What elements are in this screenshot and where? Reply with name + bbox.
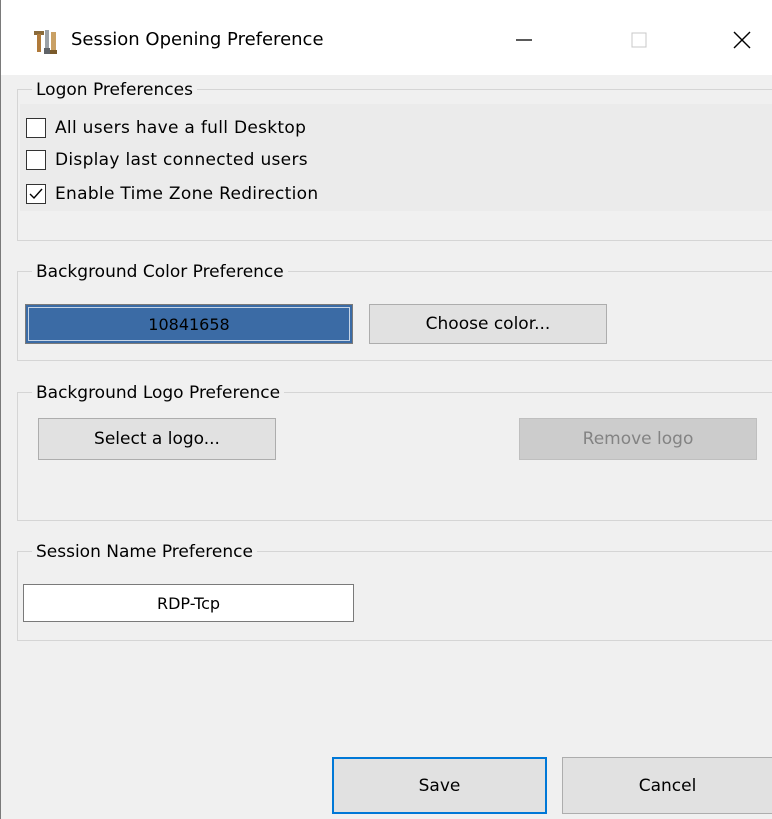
session-name-input[interactable] — [23, 584, 354, 622]
session-name-group: Session Name Preference — [17, 541, 772, 641]
display-last-users-checkbox[interactable] — [26, 150, 46, 170]
option-time-zone-redirection[interactable]: Enable Time Zone Redirection — [26, 181, 318, 207]
select-logo-button[interactable]: Select a logo... — [38, 418, 276, 460]
color-value-swatch[interactable]: 10841658 — [25, 304, 353, 344]
minimize-icon — [516, 39, 532, 41]
time-zone-redirection-label: Enable Time Zone Redirection — [55, 184, 319, 204]
window-title: Session Opening Preference — [71, 29, 324, 50]
time-zone-redirection-checkbox[interactable] — [26, 184, 46, 204]
session-opening-preference-dialog: Session Opening Preference Logon Prefere… — [0, 0, 772, 819]
tool-icon — [31, 28, 59, 56]
color-value-text: 10841658 — [148, 314, 230, 334]
logon-preferences-legend: Logon Preferences — [32, 79, 197, 101]
remove-logo-button: Remove logo — [519, 418, 757, 460]
minimize-button[interactable] — [501, 18, 547, 62]
option-full-desktop[interactable]: All users have a full Desktop — [26, 115, 306, 141]
close-button[interactable] — [719, 18, 765, 62]
save-button[interactable]: Save — [332, 757, 547, 814]
option-display-last-users[interactable]: Display last connected users — [26, 147, 308, 173]
maximize-button[interactable] — [616, 18, 662, 62]
title-bar[interactable]: Session Opening Preference — [1, 0, 772, 75]
display-last-users-label: Display last connected users — [55, 150, 308, 170]
session-name-legend: Session Name Preference — [32, 541, 257, 563]
full-desktop-checkbox[interactable] — [26, 118, 46, 138]
maximize-icon — [631, 32, 647, 48]
choose-color-button[interactable]: Choose color... — [369, 304, 607, 344]
background-logo-group: Background Logo Preference Select a logo… — [17, 382, 772, 521]
background-color-group: Background Color Preference 10841658 Cho… — [17, 261, 772, 361]
background-color-legend: Background Color Preference — [32, 261, 288, 283]
checkmark-icon — [29, 188, 43, 200]
logon-preferences-group: Logon Preferences All users have a full … — [17, 79, 772, 241]
close-icon — [733, 31, 751, 49]
full-desktop-label: All users have a full Desktop — [55, 118, 307, 138]
cancel-button[interactable]: Cancel — [562, 757, 772, 814]
background-logo-legend: Background Logo Preference — [32, 382, 285, 404]
